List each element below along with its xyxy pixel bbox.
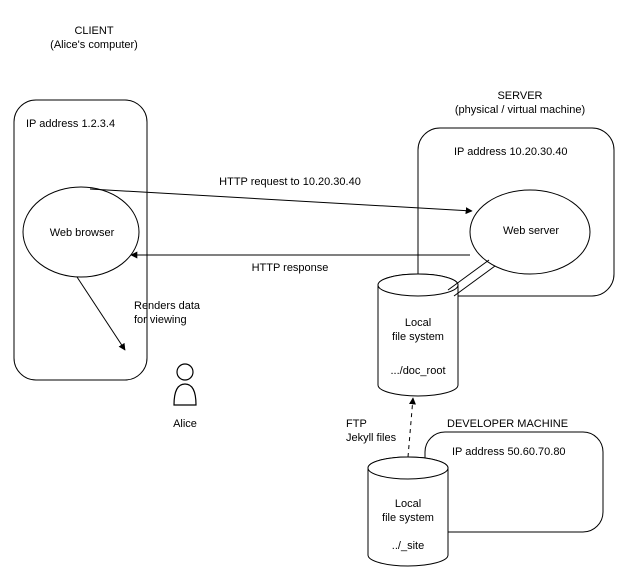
server-header-line1: SERVER (455, 90, 585, 104)
client-header-line2: (Alice's computer) (32, 39, 156, 53)
developer-header: DEVELOPER MACHINE (447, 418, 568, 432)
renders-arrow (77, 277, 125, 350)
ftp-label1: FTP (346, 418, 367, 432)
diagram-canvas (0, 0, 626, 571)
http-response-label: HTTP response (230, 262, 350, 276)
server-fs-path: .../doc_root (386, 365, 450, 379)
ftp-label2: Jekyll files (346, 432, 396, 446)
dev-fs-label1: Local (376, 498, 440, 512)
web-server-label: Web server (498, 225, 564, 239)
renders-label: Renders data for viewing (134, 300, 200, 328)
server-ip-label: IP address 10.20.30.40 (454, 146, 568, 160)
alice-icon (174, 364, 196, 405)
server-fs-label2: file system (386, 331, 450, 345)
server-fs-label1: Local (386, 317, 450, 331)
http-request-label: HTTP request to 10.20.30.40 (190, 176, 390, 190)
server-header-line2: (physical / virtual machine) (435, 104, 605, 118)
web-browser-label: Web browser (44, 227, 120, 241)
client-header-line1: CLIENT (44, 25, 144, 39)
developer-ip-label: IP address 50.60.70.80 (452, 446, 566, 460)
dev-fs-path: ../_site (376, 540, 440, 554)
dev-fs-label2: file system (376, 512, 440, 526)
ftp-arrow (408, 398, 413, 457)
client-ip-label: IP address 1.2.3.4 (26, 118, 115, 132)
alice-name-label: Alice (170, 418, 200, 432)
